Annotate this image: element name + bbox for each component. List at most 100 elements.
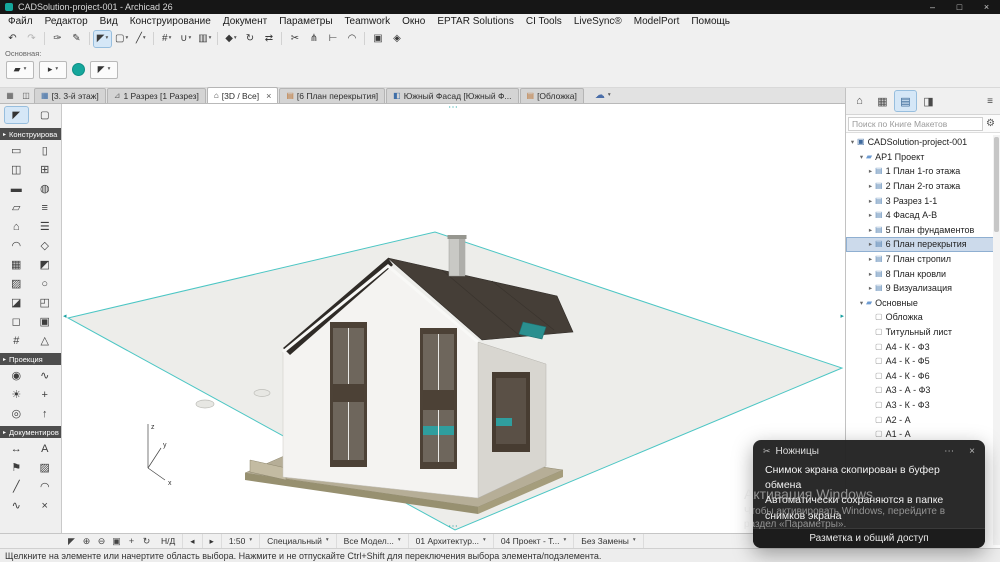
tree-row[interactable]: ▸ ▤ 9 Визуализация <box>846 281 1000 296</box>
layout-book-search-input[interactable] <box>848 116 984 131</box>
archicad-start-button[interactable] <box>72 63 85 76</box>
project-map-button[interactable]: ⌂ <box>849 91 870 111</box>
chevron-right-icon[interactable]: ▸ <box>866 167 875 175</box>
wall-tool-button[interactable]: ▭ <box>2 141 31 160</box>
path-tool-button[interactable]: ∿ <box>31 366 60 385</box>
chevron-right-icon[interactable]: ▸ <box>866 226 875 234</box>
chevron-right-icon[interactable]: ▸ <box>866 240 875 248</box>
tree-row[interactable]: ▢ А2 - А <box>846 412 1000 427</box>
notification-menu-icon[interactable]: ⋯ <box>944 446 954 457</box>
gravity-button[interactable]: ∪ ▾ <box>177 31 194 47</box>
pan-button[interactable]: + <box>124 536 139 546</box>
pen-button[interactable]: ╱ ▾ <box>132 31 149 47</box>
tree-row[interactable]: ▾ ▰ АР1 Проект <box>846 150 1000 165</box>
beam-tool-button[interactable]: ▬ <box>2 179 31 198</box>
split-view-button[interactable]: ◫ <box>19 89 33 102</box>
inject-parameters-button[interactable]: ✎ <box>68 31 85 47</box>
tree-row[interactable]: ▸ ▤ 2 План 2-го этажа <box>846 179 1000 194</box>
menu-item-9[interactable]: CI Tools <box>520 16 568 27</box>
railing-tool-button[interactable]: ☰ <box>31 217 60 236</box>
scrollbar-thumb[interactable] <box>994 137 999 232</box>
toolbox-section-header-1[interactable]: ▸ Проекция <box>0 353 61 365</box>
shell-tool-button[interactable]: ◠ <box>2 236 31 255</box>
zoom-in-button[interactable]: ⊕ <box>79 536 94 547</box>
menu-item-5[interactable]: Параметры <box>273 16 338 27</box>
tree-row[interactable]: ▢ А4 - К - Ф3 <box>846 339 1000 354</box>
mirror-button[interactable]: ⇄ <box>260 31 277 47</box>
zone-tool-button[interactable]: ◩ <box>31 255 60 274</box>
column-tool-button[interactable]: ▯ <box>31 141 60 160</box>
redo-button[interactable]: ↷ <box>23 31 40 47</box>
settings-gear-icon[interactable]: ⚙ <box>983 118 998 129</box>
opening-tool-button[interactable]: ▣ <box>31 312 60 331</box>
select-arrow-button[interactable]: ◤ ▾ <box>93 29 112 48</box>
menu-item-6[interactable]: Teamwork <box>339 16 397 27</box>
window-tool-button[interactable]: ⊞ <box>31 160 60 179</box>
default-arrow-button[interactable]: ◤ ▾ <box>90 60 118 79</box>
chevron-right-icon[interactable]: ▸ <box>866 197 875 205</box>
publisher-button[interactable]: ◨ <box>918 91 939 111</box>
arrow-tool-button[interactable]: ◤ <box>4 106 29 124</box>
stair-tool-button[interactable]: ≡ <box>31 198 60 217</box>
tree-row[interactable]: ▸ ▤ 5 План фундаментов <box>846 223 1000 238</box>
tree-row[interactable]: ▸ ▤ 4 Фасад А-В <box>846 208 1000 223</box>
chevron-right-icon[interactable]: ▸ <box>866 182 875 190</box>
notification-close-icon[interactable]: × <box>969 446 975 457</box>
tab-1[interactable]: ▦ [3. 3-й этаж] <box>34 88 106 103</box>
menu-item-0[interactable]: Файл <box>2 16 39 27</box>
zoom-out-button[interactable]: ⊖ <box>94 536 109 547</box>
pane-handle-bottom[interactable]: ⋯ <box>448 522 459 532</box>
maximize-button[interactable]: □ <box>946 0 973 14</box>
pickup-parameters-button[interactable]: ✑ <box>49 31 66 47</box>
menu-item-1[interactable]: Редактор <box>39 16 94 27</box>
curtain-wall-tool-button[interactable]: ▦ <box>2 255 31 274</box>
tree-row[interactable]: ▸ ▤ 1 План 1-го этажа <box>846 164 1000 179</box>
trim-button[interactable]: ✂ <box>286 31 303 47</box>
chevron-down-icon[interactable]: ▾ <box>857 153 866 161</box>
fill-button[interactable]: ◆ ▾ <box>222 31 239 47</box>
pane-splitter-left-icon[interactable]: ◂ <box>63 312 67 320</box>
tree-row[interactable]: ▸ ▤ 8 План кровли <box>846 266 1000 281</box>
chevron-right-icon[interactable]: ▸ <box>866 211 875 219</box>
scale-select[interactable]: 1:50 ▾ <box>222 534 261 548</box>
truss-tool-button[interactable]: △ <box>31 331 60 350</box>
layer-combination-select[interactable]: 01 Архитектур... ▾ <box>409 534 494 548</box>
tree-row[interactable]: ▾ ▰ Основные <box>846 296 1000 311</box>
tree-row[interactable]: ▾ ▣ CADSolution-project-001 <box>846 135 1000 150</box>
menu-item-7[interactable]: Окно <box>396 16 431 27</box>
axis-tool-button[interactable]: + <box>31 385 60 404</box>
object-tool-button[interactable]: ◍ <box>31 179 60 198</box>
model-filter-select[interactable]: Все Модел... ▾ <box>337 534 409 548</box>
pane-handle-top[interactable]: ⋯ <box>448 104 459 113</box>
morph-tool-button[interactable]: ◇ <box>31 236 60 255</box>
text-tool-button[interactable]: A <box>31 439 60 458</box>
tree-row[interactable]: ▢ А3 - А - Ф3 <box>846 383 1000 398</box>
marquee-tool-button[interactable]: ▢ <box>34 107 57 123</box>
slab-tool-button[interactable]: ▱ <box>2 198 31 217</box>
select-button[interactable]: ◤ <box>64 536 79 547</box>
wall-end-tool-button[interactable]: ◻ <box>2 312 31 331</box>
tree-row[interactable]: ▸ ▤ 3 Разрез 1-1 <box>846 193 1000 208</box>
label-tool-button[interactable]: ⚑ <box>2 458 31 477</box>
line-tool-button[interactable]: ╱ <box>2 477 31 496</box>
tree-row[interactable]: ▢ А4 - К - Ф5 <box>846 354 1000 369</box>
viewport-3d[interactable]: z y x ⋯ ⋯ ◂ ▸ GRAPHISOFT ID <box>62 104 845 533</box>
camera-tool-button[interactable]: ◉ <box>2 366 31 385</box>
rotate-button[interactable]: ↻ <box>241 31 258 47</box>
toolbox-section-header-2[interactable]: ▸ Документиров <box>0 426 61 438</box>
guide-lines-button[interactable]: ▥ ▾ <box>196 31 213 47</box>
pen-set-select[interactable]: Специальный ▾ <box>260 534 337 548</box>
toolbox-section-header-0[interactable]: ▸ Конструирова <box>0 128 61 140</box>
layout-book-button[interactable]: ▤ <box>894 90 917 112</box>
tree-row[interactable]: ▸ ▤ 7 План стропил <box>846 252 1000 267</box>
fillet-button[interactable]: ◠ <box>343 31 360 47</box>
group-button[interactable]: ▣ <box>369 31 386 47</box>
tab-overview-button[interactable]: ▦ <box>3 89 17 102</box>
line-type-button[interactable]: ▸ ▾ <box>39 60 67 79</box>
tree-row[interactable]: ▢ Титульный лист <box>846 325 1000 340</box>
menu-item-3[interactable]: Конструирование <box>124 16 217 27</box>
pane-splitter-right-icon[interactable]: ▸ <box>840 312 844 320</box>
view-map-button[interactable]: ▦ <box>872 91 893 111</box>
north-tool-button[interactable]: ↑ <box>31 404 60 423</box>
dimension-style-select[interactable]: Без Замены ▾ <box>574 534 644 548</box>
